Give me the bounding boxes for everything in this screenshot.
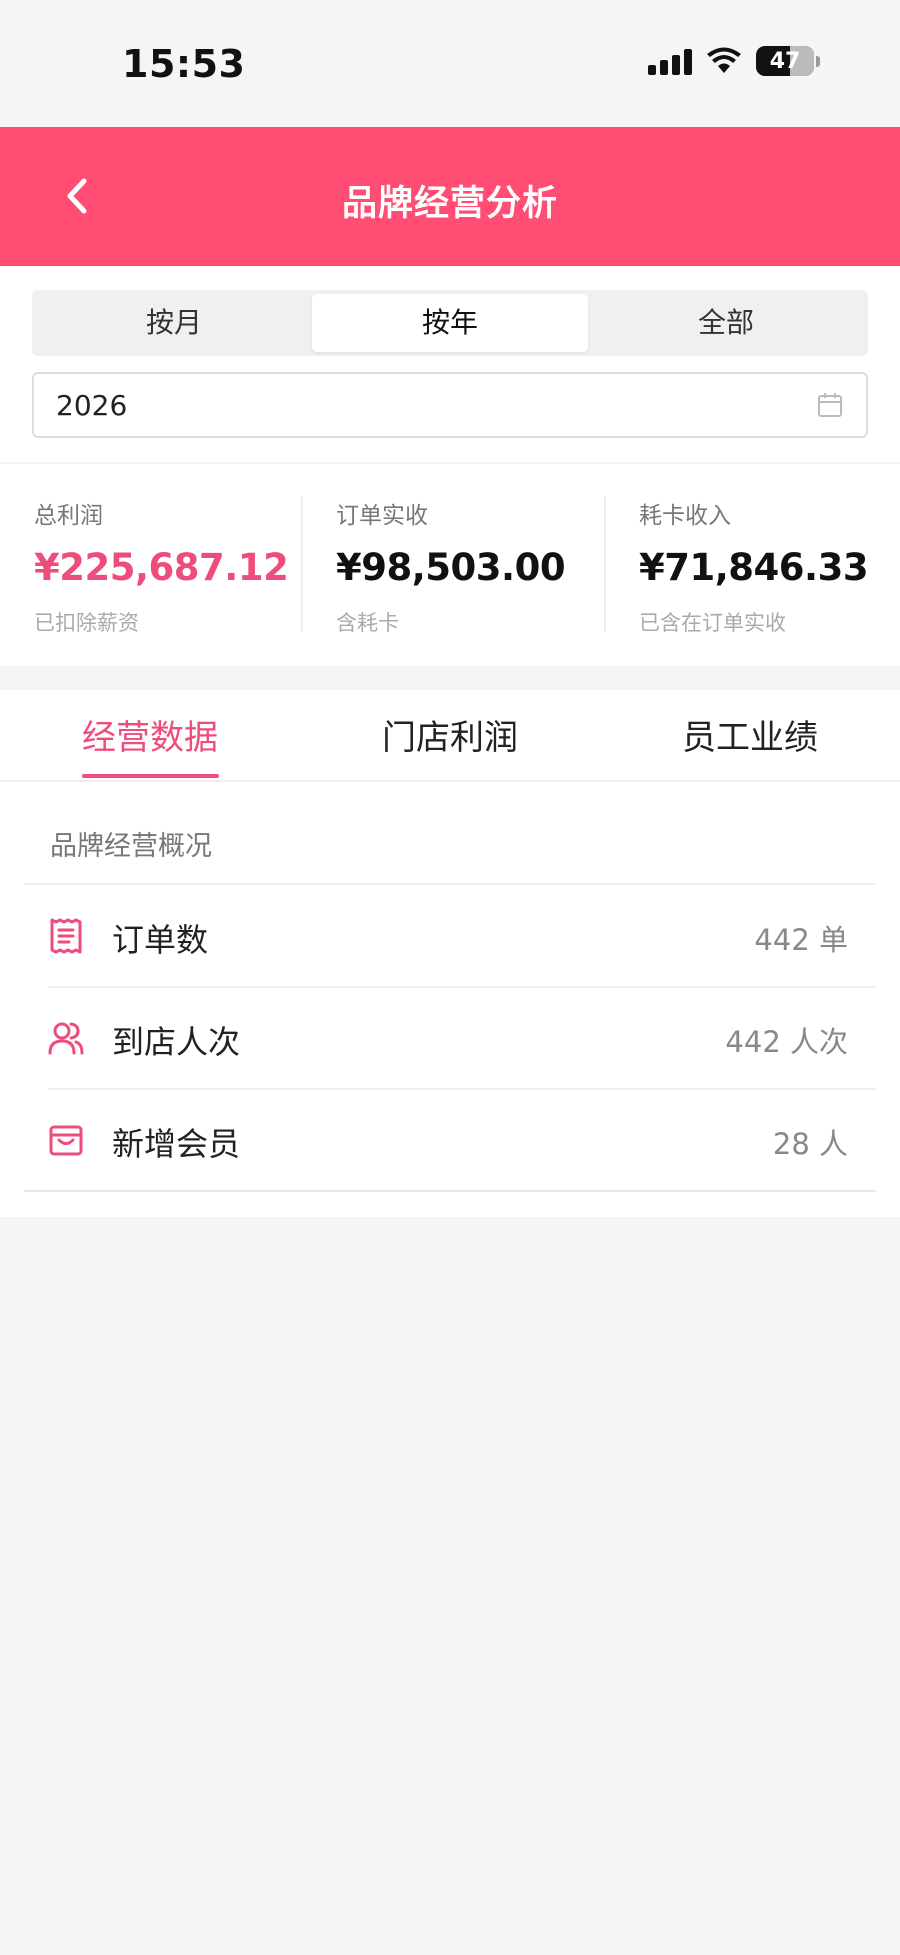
summary-value: ¥71,846.33 [639, 546, 869, 589]
list-item-value: 28 人 [772, 1127, 848, 1161]
summary-label: 订单实收 [336, 503, 428, 529]
tab-bar: 经营数据 门店利润 员工业绩 [0, 690, 900, 782]
page-title: 品牌经营分析 [341, 184, 558, 224]
segment-by-year[interactable]: 按年 [312, 294, 588, 352]
summary-note: 已扣除薪资 [34, 611, 139, 635]
list-item-visits[interactable]: 到店人次 442 人次 [24, 987, 876, 1089]
nav-bar: 品牌经营分析 [0, 127, 900, 266]
divider [604, 496, 606, 632]
date-picker-field[interactable]: 2026 [32, 372, 868, 438]
status-time: 15:53 [122, 42, 246, 86]
segment-all[interactable]: 全部 [588, 294, 864, 352]
section-title: 品牌经营概况 [50, 831, 212, 862]
summary-note: 已含在订单实收 [639, 611, 786, 635]
tab-store-profit[interactable]: 门店利润 [350, 710, 550, 759]
summary-label: 总利润 [34, 503, 103, 529]
tab-active-indicator [82, 774, 219, 778]
segment-by-month[interactable]: 按月 [36, 294, 312, 352]
signal-icon [648, 47, 692, 75]
tab-operating-data[interactable]: 经营数据 [50, 710, 250, 759]
summary-order-received: 订单实收 ¥98,503.00 含耗卡 [336, 496, 602, 636]
wifi-icon [707, 47, 741, 73]
battery-level: 47 [769, 48, 801, 74]
status-icons: 47 [648, 46, 820, 76]
period-segmented-control: 按月 按年 全部 [32, 290, 868, 356]
divider [24, 1190, 876, 1192]
list-item-new-members[interactable]: 新增会员 28 人 [24, 1089, 876, 1191]
summary-value: ¥225,687.12 [34, 546, 289, 589]
data-tabs-card: 经营数据 门店利润 员工业绩 品牌经营概况 订单数 442 单 到店人次 442… [0, 690, 900, 1217]
users-icon [48, 1022, 84, 1055]
date-value: 2026 [56, 388, 128, 422]
summary-note: 含耗卡 [336, 611, 399, 635]
list-item-orders[interactable]: 订单数 442 单 [24, 885, 876, 987]
status-bar: 15:53 47 [0, 0, 900, 127]
receipt-icon [50, 918, 82, 954]
list-item-value: 442 人次 [725, 1025, 848, 1059]
divider [301, 496, 303, 632]
summary-card-income: 耗卡收入 ¥71,846.33 已含在订单实收 [639, 496, 879, 636]
summary-value: ¥98,503.00 [336, 546, 566, 589]
filter-card: 按月 按年 全部 2026 [0, 266, 900, 462]
battery-icon: 47 [756, 46, 820, 76]
calendar-icon [818, 393, 842, 417]
list-item-label: 到店人次 [112, 1023, 241, 1061]
summary-panel: 总利润 ¥225,687.12 已扣除薪资 订单实收 ¥98,503.00 含耗… [0, 464, 900, 666]
summary-total-profit: 总利润 ¥225,687.12 已扣除薪资 [34, 496, 300, 636]
member-card-icon [49, 1125, 83, 1156]
summary-label: 耗卡收入 [639, 503, 731, 529]
list-item-label: 订单数 [112, 921, 209, 959]
list-item-label: 新增会员 [112, 1125, 241, 1163]
tab-staff-performance[interactable]: 员工业绩 [650, 710, 850, 759]
list-item-value: 442 单 [754, 923, 848, 957]
